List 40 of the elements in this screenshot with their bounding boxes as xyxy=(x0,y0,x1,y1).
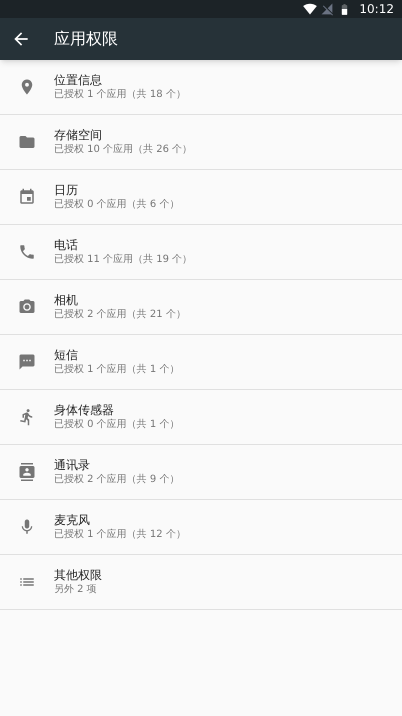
permission-summary: 已授权 0 个应用（共 6 个） xyxy=(54,198,180,212)
phone-icon xyxy=(18,243,36,261)
permission-summary: 已授权 2 个应用（共 21 个） xyxy=(54,308,186,322)
permission-item[interactable]: 相机 已授权 2 个应用（共 21 个） xyxy=(0,280,402,335)
permission-item[interactable]: 存储空间 已授权 10 个应用（共 26 个） xyxy=(0,115,402,170)
permission-item[interactable]: 短信 已授权 1 个应用（共 1 个） xyxy=(0,335,402,390)
permission-item[interactable]: 通讯录 已授权 2 个应用（共 9 个） xyxy=(0,445,402,500)
permission-item[interactable]: 身体传感器 已授权 0 个应用（共 1 个） xyxy=(0,390,402,445)
permission-item[interactable]: 电话 已授权 11 个应用（共 19 个） xyxy=(0,225,402,280)
status-time: 10:12 xyxy=(359,1,394,18)
permission-title: 相机 xyxy=(54,292,79,308)
message-icon xyxy=(18,353,36,371)
permission-title: 身体传感器 xyxy=(54,402,115,418)
permission-title: 日历 xyxy=(54,182,79,198)
permission-title: 麦克风 xyxy=(54,512,91,528)
app-bar-title: 应用权限 xyxy=(54,28,118,50)
permission-summary: 已授权 11 个应用（共 19 个） xyxy=(54,253,192,267)
permission-item[interactable]: 麦克风 已授权 1 个应用（共 12 个） xyxy=(0,500,402,555)
permission-summary: 另外 2 项 xyxy=(54,583,98,597)
wifi-icon xyxy=(303,2,318,16)
contacts-icon xyxy=(18,463,36,481)
permission-title: 其他权限 xyxy=(54,567,102,583)
permission-summary: 已授权 10 个应用（共 26 个） xyxy=(54,143,192,157)
permission-summary: 已授权 2 个应用（共 9 个） xyxy=(54,473,180,487)
permission-item[interactable]: 日历 已授权 0 个应用（共 6 个） xyxy=(0,170,402,225)
calendar-icon xyxy=(18,188,36,206)
no-signal-icon xyxy=(321,2,334,16)
permission-summary: 已授权 1 个应用（共 1 个） xyxy=(54,363,180,377)
permission-summary: 已授权 1 个应用（共 12 个） xyxy=(54,528,186,542)
permission-summary: 已授权 0 个应用（共 1 个） xyxy=(54,418,180,432)
camera-icon xyxy=(18,298,36,316)
permission-item[interactable]: 位置信息 已授权 1 个应用（共 18 个） xyxy=(0,60,402,115)
folder-icon xyxy=(18,133,36,151)
permission-title: 通讯录 xyxy=(54,457,91,473)
permission-item[interactable]: 其他权限 另外 2 项 xyxy=(0,555,402,610)
permission-summary: 已授权 1 个应用（共 18 个） xyxy=(54,88,186,102)
permission-title: 短信 xyxy=(54,347,79,363)
permission-title: 存储空间 xyxy=(54,127,103,143)
permission-title: 位置信息 xyxy=(54,72,103,88)
permission-title: 电话 xyxy=(54,237,79,253)
